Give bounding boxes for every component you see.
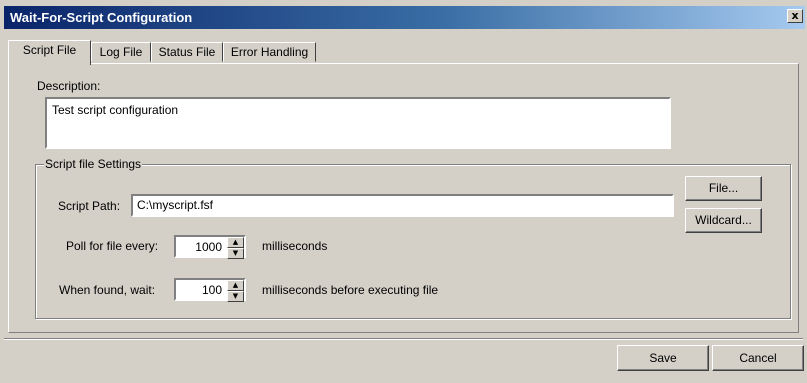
up-arrow-icon[interactable]: ▲ [227,280,244,291]
poll-interval-stepper[interactable]: 1000 ▲ ▼ [174,235,246,259]
cancel-button[interactable]: Cancel [712,345,804,371]
wildcard-button[interactable]: Wildcard... [685,208,762,233]
poll-label: Poll for file every: [66,239,159,253]
poll-value: 1000 [195,240,222,254]
footer-divider [4,338,803,340]
tab-error-handling[interactable]: Error Handling [223,42,316,62]
title-bar[interactable]: Wait-For-Script Configuration x [4,6,805,29]
poll-units: milliseconds [262,239,328,253]
group-title: Script file Settings [44,157,143,171]
wait-label: When found, wait: [59,283,156,297]
wait-interval-stepper[interactable]: 100 ▲ ▼ [174,278,246,302]
tab-status-file[interactable]: Status File [151,42,223,62]
tab-script-file[interactable]: Script File [8,40,91,65]
file-button[interactable]: File... [685,176,762,201]
save-button[interactable]: Save [617,345,709,371]
wait-units: milliseconds before executing file [262,283,439,297]
description-field[interactable]: Test script configuration [45,97,671,149]
close-icon[interactable]: x [787,9,803,23]
script-path-label: Script Path: [58,199,121,213]
script-path-input[interactable]: C:\myscript.fsf [131,194,674,217]
up-arrow-icon[interactable]: ▲ [227,237,244,248]
description-label: Description: [37,79,101,93]
wait-value: 100 [201,283,222,297]
window-title: Wait-For-Script Configuration [10,10,193,25]
tab-log-file[interactable]: Log File [91,42,151,62]
dialog-window: Wait-For-Script Configuration x Script F… [0,0,807,383]
down-arrow-icon[interactable]: ▼ [227,248,244,259]
down-arrow-icon[interactable]: ▼ [227,291,244,302]
